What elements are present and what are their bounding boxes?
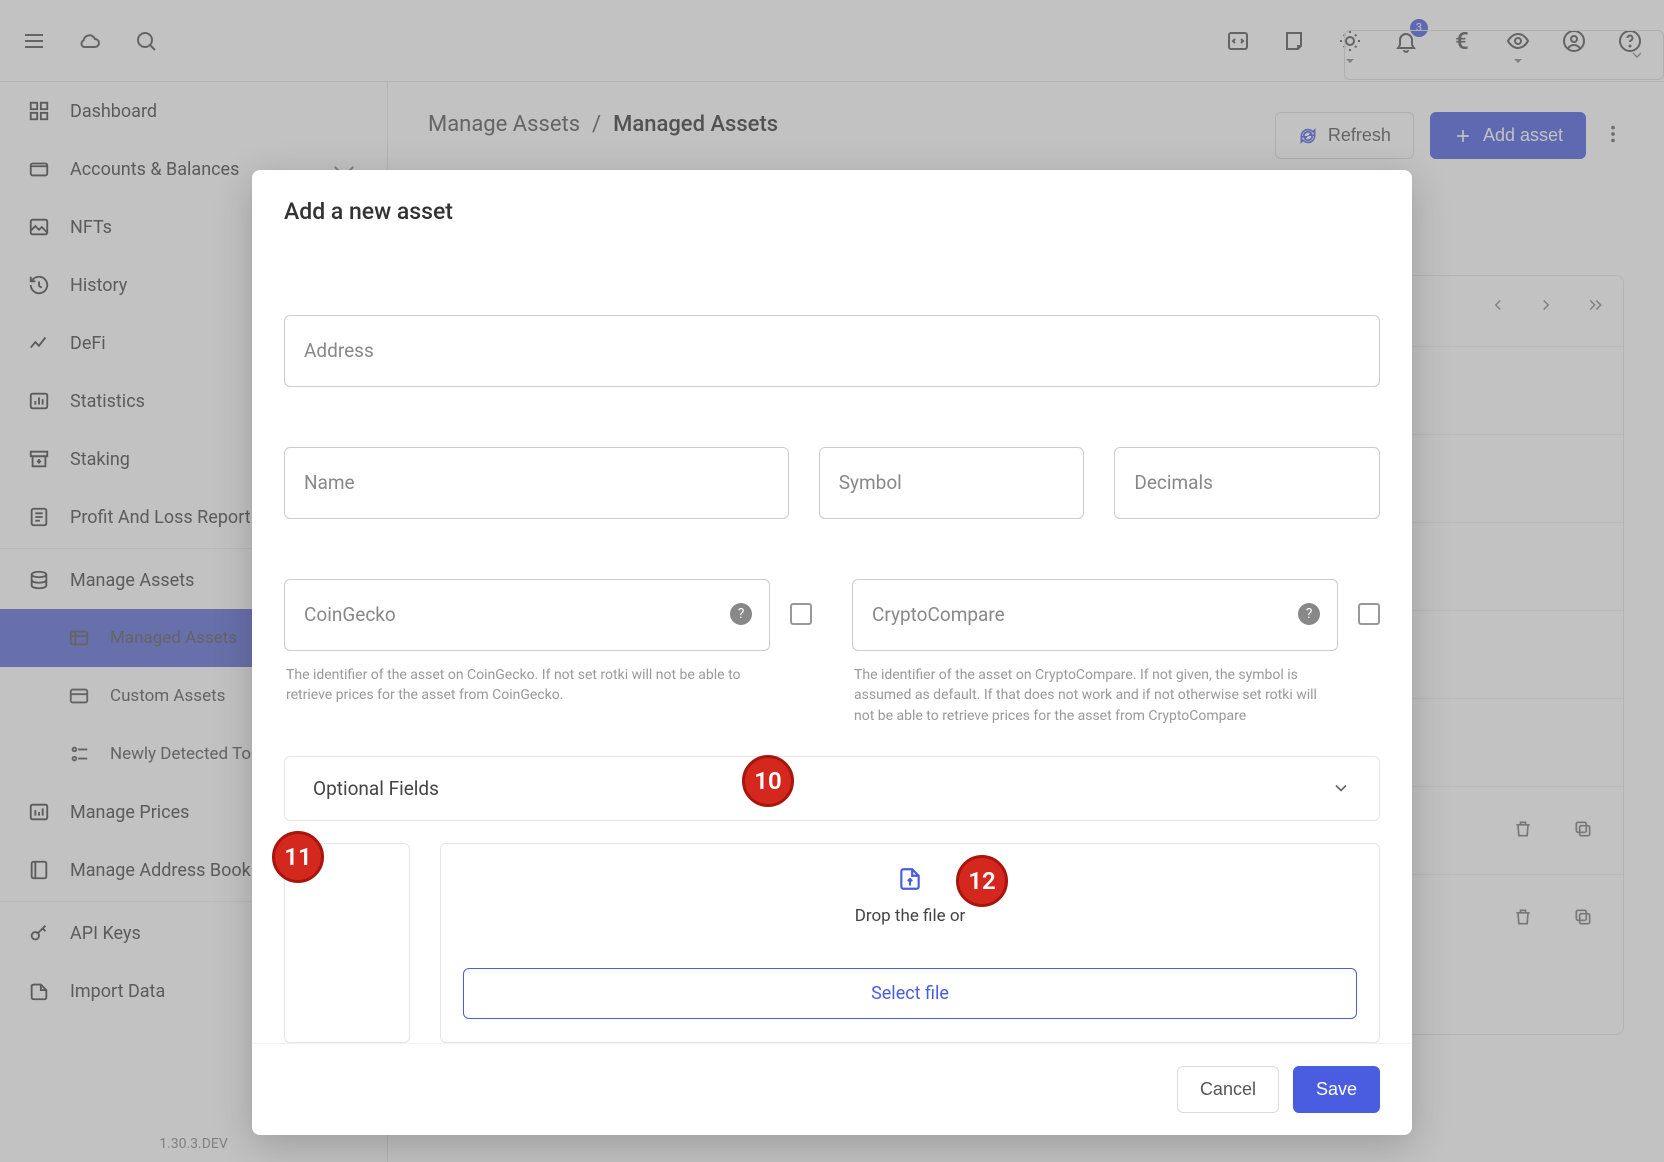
modal-footer: Cancel Save bbox=[252, 1043, 1412, 1135]
cryptocompare-hint: The identifier of the asset on CryptoCom… bbox=[854, 665, 1338, 726]
cryptocompare-group: CryptoCompare ? The identifier of the as… bbox=[852, 579, 1380, 726]
cryptocompare-help-icon[interactable]: ? bbox=[1298, 603, 1320, 625]
annotation-marker-11: 11 bbox=[272, 831, 324, 883]
address-field-wrapper: Address bbox=[284, 315, 1380, 387]
modal-body: Address Name Symbol Decimals bbox=[252, 235, 1412, 1043]
decimals-field-wrapper: Decimals bbox=[1114, 447, 1380, 519]
modal-overlay[interactable]: Add a new asset Address Name Symbol Deci… bbox=[0, 0, 1664, 1162]
symbol-field-wrapper: Symbol bbox=[819, 447, 1085, 519]
file-dropzone[interactable]: Drop the file or Select file bbox=[440, 843, 1380, 1043]
coingecko-group: CoinGecko ? The identifier of the asset … bbox=[284, 579, 812, 726]
coingecko-help-icon[interactable]: ? bbox=[730, 603, 752, 625]
coingecko-input[interactable] bbox=[284, 579, 770, 651]
accordion-label: Optional Fields bbox=[313, 777, 439, 800]
coingecko-checkbox[interactable] bbox=[790, 603, 812, 625]
symbol-input[interactable] bbox=[819, 447, 1085, 519]
coingecko-hint: The identifier of the asset on CoinGecko… bbox=[286, 665, 770, 706]
name-field-wrapper: Name bbox=[284, 447, 789, 519]
add-asset-modal: Add a new asset Address Name Symbol Deci… bbox=[252, 170, 1412, 1135]
optional-fields-accordion[interactable]: Optional Fields bbox=[284, 756, 1380, 821]
cancel-button[interactable]: Cancel bbox=[1177, 1066, 1279, 1113]
select-file-button[interactable]: Select file bbox=[463, 968, 1357, 1019]
annotation-marker-12: 12 bbox=[956, 855, 1008, 907]
chevron-down-icon bbox=[1331, 778, 1351, 798]
save-button[interactable]: Save bbox=[1293, 1066, 1380, 1113]
modal-title: Add a new asset bbox=[252, 170, 1412, 235]
dropzone-text: Drop the file or bbox=[855, 906, 966, 926]
cryptocompare-checkbox[interactable] bbox=[1358, 603, 1380, 625]
address-input[interactable] bbox=[284, 315, 1380, 387]
decimals-input[interactable] bbox=[1114, 447, 1380, 519]
name-input[interactable] bbox=[284, 447, 789, 519]
annotation-marker-10: 10 bbox=[742, 755, 794, 807]
cryptocompare-input[interactable] bbox=[852, 579, 1338, 651]
upload-file-icon bbox=[897, 866, 923, 892]
